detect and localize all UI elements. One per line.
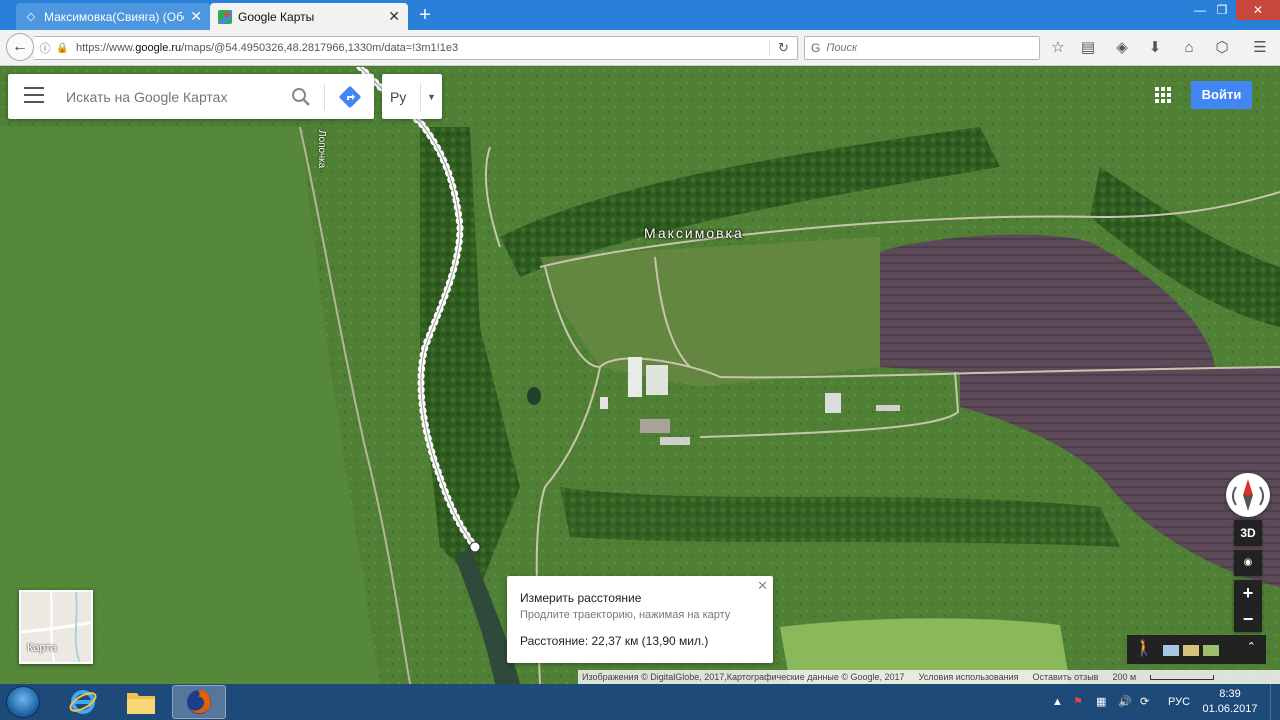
imagery-thumb[interactable] bbox=[1183, 645, 1199, 656]
minimap-label: Карта bbox=[27, 642, 57, 654]
my-location-icon[interactable]: ◉ bbox=[1234, 550, 1262, 576]
apps-grid-icon[interactable] bbox=[1155, 87, 1171, 103]
back-button[interactable]: ← bbox=[6, 33, 34, 61]
tab-title: Google Карты bbox=[238, 9, 315, 24]
clock-time: 8:39 bbox=[1219, 688, 1241, 700]
menu-icon[interactable]: ☰ bbox=[1250, 38, 1270, 58]
show-desktop-button[interactable] bbox=[1270, 684, 1280, 720]
measure-title: Измерить расстояние bbox=[520, 591, 642, 605]
pegman-icon[interactable]: 🚶 bbox=[1134, 638, 1154, 658]
extension-icon[interactable]: ⬡ bbox=[1212, 38, 1232, 58]
scale-label: 200 м bbox=[1112, 672, 1137, 682]
feedback-link[interactable]: Оставить отзыв bbox=[1032, 672, 1098, 682]
language-label: Ру bbox=[390, 88, 407, 105]
tab-bar: ◇ Максимовка(Свияга) (Обс ✕ Google Карты… bbox=[0, 0, 1280, 30]
search-icon[interactable] bbox=[290, 86, 312, 108]
3d-button[interactable]: 3D bbox=[1234, 520, 1262, 546]
window-close-button[interactable]: ✕ bbox=[1236, 0, 1280, 20]
lock-icon: 🔒 bbox=[56, 42, 69, 54]
imagery-credit: Изображения © DigitalGlobe, 2017,Картогр… bbox=[582, 672, 905, 682]
file-explorer-icon[interactable] bbox=[114, 685, 168, 719]
maps-search-input[interactable] bbox=[66, 86, 266, 108]
download-icon[interactable]: ⬇ bbox=[1145, 38, 1165, 58]
imagery-strip: 🚶 ⌃ bbox=[1127, 635, 1266, 664]
new-tab-button[interactable]: + bbox=[414, 4, 436, 26]
map-view-toggle[interactable]: Карта bbox=[19, 590, 93, 664]
update-icon[interactable]: ⟳ bbox=[1140, 684, 1149, 720]
imagery-thumb[interactable] bbox=[1203, 645, 1219, 656]
chevron-down-icon: ▼ bbox=[427, 91, 436, 102]
info-icon[interactable]: ⓘ bbox=[38, 40, 52, 56]
tab-maksimovka[interactable]: ◇ Максимовка(Свияга) (Обс ✕ bbox=[16, 3, 210, 30]
zoom-out-button[interactable]: − bbox=[1234, 606, 1262, 632]
terms-link[interactable]: Условия использования bbox=[919, 672, 1019, 682]
place-label: Максимовка bbox=[644, 225, 744, 241]
pocket-icon[interactable]: ◈ bbox=[1112, 38, 1132, 58]
close-icon[interactable]: ✕ bbox=[757, 578, 768, 594]
measure-hint: Продлите траекторию, нажимая на карту bbox=[520, 609, 731, 621]
maps-search-box bbox=[8, 74, 374, 119]
close-icon[interactable]: ✕ bbox=[190, 8, 202, 25]
internet-explorer-icon[interactable] bbox=[56, 685, 110, 719]
system-clock[interactable]: 8:39 01.06.2017 bbox=[1200, 687, 1260, 717]
network-warning-icon[interactable]: ⚑ bbox=[1073, 684, 1083, 720]
divider bbox=[324, 84, 325, 110]
start-button[interactable] bbox=[6, 686, 40, 718]
map-attribution: Изображения © DigitalGlobe, 2017,Картогр… bbox=[578, 670, 1280, 684]
chevron-up-icon[interactable]: ⌃ bbox=[1247, 640, 1256, 653]
tray-expand-icon[interactable]: ▲ bbox=[1052, 684, 1063, 720]
language-selector[interactable]: Ру ▼ bbox=[382, 74, 442, 119]
tab-google-maps[interactable]: Google Карты ✕ bbox=[210, 3, 408, 30]
bookmark-star-icon[interactable]: ☆ bbox=[1048, 38, 1068, 58]
clock-date: 01.06.2017 bbox=[1202, 703, 1258, 715]
windows-taskbar: ▲ ⚑ ▦ 🔊 ⟳ РУС 8:39 01.06.2017 bbox=[0, 684, 1280, 720]
divider bbox=[420, 82, 421, 111]
reload-icon[interactable]: ↻ bbox=[769, 40, 797, 56]
measure-distance: Расстояние: 22,37 км (13,90 мил.) bbox=[520, 634, 709, 648]
forum-icon: ◇ bbox=[26, 11, 36, 23]
measure-distance-card: ✕ Измерить расстояние Продлите траектори… bbox=[507, 576, 773, 663]
google-maps-icon bbox=[218, 9, 232, 24]
keyboard-language[interactable]: РУС bbox=[1168, 684, 1190, 720]
network-icon[interactable]: ▦ bbox=[1096, 684, 1106, 720]
directions-icon[interactable] bbox=[338, 85, 362, 109]
signin-button[interactable]: Войти bbox=[1191, 81, 1252, 109]
close-icon[interactable]: ✕ bbox=[388, 8, 400, 25]
home-icon[interactable]: ⌂ bbox=[1179, 38, 1199, 58]
browser-search-bar[interactable]: G bbox=[804, 36, 1040, 60]
scale-bar bbox=[1150, 674, 1215, 680]
search-engine-icon[interactable]: G bbox=[811, 41, 820, 55]
volume-icon[interactable]: 🔊 bbox=[1118, 684, 1132, 720]
address-bar[interactable]: ⓘ 🔒 https://www.google.ru/maps/@54.49503… bbox=[34, 36, 798, 60]
navigation-bar: ← ⓘ 🔒 https://www.google.ru/maps/@54.495… bbox=[0, 30, 1280, 66]
tab-title: Максимовка(Свияга) (Обс bbox=[44, 9, 185, 24]
compass-icon[interactable] bbox=[1226, 473, 1270, 517]
river-label: Лопочка bbox=[316, 130, 327, 169]
reading-list-icon[interactable]: ▤ bbox=[1078, 38, 1098, 58]
imagery-thumb[interactable] bbox=[1163, 645, 1179, 656]
firefox-icon[interactable] bbox=[172, 685, 226, 719]
zoom-in-button[interactable]: + bbox=[1234, 580, 1262, 606]
url-text[interactable]: https://www.google.ru/maps/@54.4950326,4… bbox=[76, 42, 769, 54]
browser-search-input[interactable] bbox=[826, 42, 1027, 54]
maximize-button[interactable]: ❐ bbox=[1208, 0, 1236, 20]
menu-icon[interactable] bbox=[24, 87, 44, 105]
